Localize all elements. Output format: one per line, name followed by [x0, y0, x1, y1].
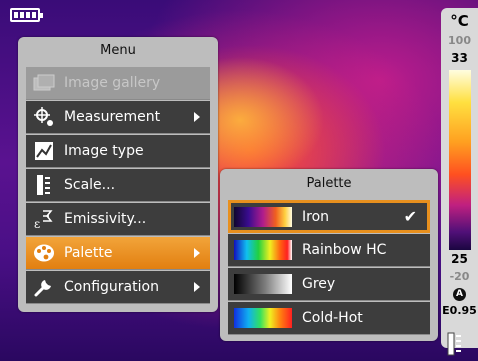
- crosshair-icon: [32, 105, 56, 129]
- submenu-arrow-icon: [194, 112, 200, 122]
- palette-option-grey[interactable]: Grey: [228, 268, 430, 301]
- scale-unit: °C: [450, 12, 469, 30]
- scale-lower-value: 25: [451, 252, 468, 266]
- palette-option-rainbow-hc[interactable]: Rainbow HC: [228, 234, 430, 267]
- palette-submenu: Palette Iron ✔ Rainbow HC Grey Cold-Hot: [220, 169, 438, 341]
- scale-upper-value: 33: [451, 51, 468, 65]
- menu-item-label: Measurement: [64, 109, 161, 125]
- battery-icon: [10, 8, 43, 22]
- emissivity-value: E0.95: [442, 304, 477, 317]
- palette-option-label: Rainbow HC: [302, 242, 387, 258]
- submenu-title: Palette: [306, 176, 352, 191]
- menu-item-label: Palette: [64, 245, 113, 261]
- menu-item-label: Image gallery: [64, 75, 161, 91]
- menu-item-image-gallery: Image gallery: [26, 67, 210, 100]
- scale-mode-icon[interactable]: [447, 332, 463, 356]
- menu-item-palette[interactable]: Palette: [26, 237, 210, 270]
- image-type-icon: [32, 139, 56, 163]
- emissivity-icon: ε: [32, 207, 56, 231]
- wrench-icon: [32, 275, 56, 299]
- submenu-arrow-icon: [194, 248, 200, 258]
- temperature-scale: °C 100 33 25 -20 A E0.95: [441, 8, 478, 348]
- checkmark-icon: ✔: [403, 207, 417, 226]
- menu-item-emissivity[interactable]: ε Emissivity...: [26, 203, 210, 236]
- menu-item-label: Configuration: [64, 279, 159, 295]
- submenu-arrow-icon: [194, 282, 200, 292]
- palette-option-iron[interactable]: Iron ✔: [228, 200, 430, 233]
- palette-icon: [32, 241, 56, 265]
- menu-item-label: Emissivity...: [64, 211, 147, 227]
- color-bar: [449, 70, 471, 250]
- menu-item-scale[interactable]: Scale...: [26, 169, 210, 202]
- menu-item-measurement[interactable]: Measurement: [26, 101, 210, 134]
- menu-item-label: Image type: [64, 143, 144, 159]
- palette-option-cold-hot[interactable]: Cold-Hot: [228, 302, 430, 335]
- auto-badge: A: [453, 288, 466, 301]
- scale-max-range: 100: [448, 34, 471, 47]
- grey-swatch: [234, 274, 292, 294]
- menu-title: Menu: [100, 43, 136, 58]
- menu-item-configuration[interactable]: Configuration: [26, 271, 210, 304]
- scale-icon: [32, 173, 56, 197]
- svg-text:ε: ε: [34, 217, 40, 230]
- main-menu: Menu Image gallery Measurement Image typ…: [18, 37, 218, 312]
- cold-hot-swatch: [234, 308, 292, 328]
- palette-option-label: Iron: [302, 208, 330, 225]
- menu-item-label: Scale...: [64, 177, 116, 193]
- rainbow-hc-swatch: [234, 240, 292, 260]
- scale-min-range: -20: [449, 270, 470, 283]
- iron-swatch: [234, 206, 292, 227]
- palette-option-label: Grey: [302, 276, 336, 292]
- gallery-icon: [32, 71, 56, 95]
- menu-item-image-type[interactable]: Image type: [26, 135, 210, 168]
- palette-option-label: Cold-Hot: [302, 310, 363, 326]
